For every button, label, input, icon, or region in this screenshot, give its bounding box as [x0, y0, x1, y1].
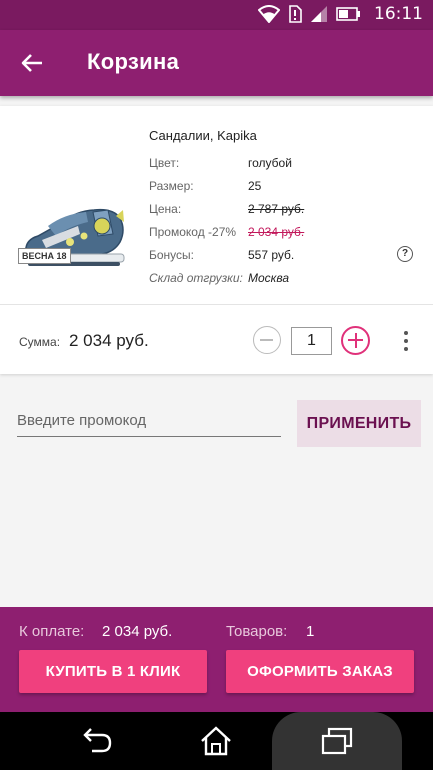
attr-promo: Промокод -27% 2 034 руб.	[149, 225, 419, 243]
bonus-help-icon[interactable]: ?	[397, 246, 413, 262]
goods-count: 1	[306, 623, 315, 640]
recents-icon	[321, 727, 353, 755]
more-options-button[interactable]	[398, 329, 414, 353]
more-dot-icon	[404, 347, 408, 351]
nav-back-button[interactable]	[76, 724, 116, 758]
nav-recents-button[interactable]	[317, 724, 357, 758]
promo-price: 2 034 руб.	[248, 225, 305, 239]
attr-value: 557 руб.	[248, 248, 295, 262]
divider	[0, 304, 433, 305]
checkout-panel: К оплате: 2 034 руб. Товаров: 1 КУПИТЬ В…	[0, 607, 433, 712]
attr-label: Бонусы:	[149, 248, 194, 262]
pay-value: 2 034 руб.	[102, 623, 173, 640]
attr-label: Размер:	[149, 179, 194, 193]
cart-item-card: ВЕСНА 18 Сандалии, Kapika Цвет: голубой …	[0, 106, 433, 374]
pay-label: К оплате:	[19, 623, 85, 640]
product-image[interactable]: ВЕСНА 18	[18, 196, 130, 286]
attr-label: Цена:	[149, 202, 182, 216]
status-time: 16:11	[374, 4, 423, 24]
system-nav-bar	[0, 712, 433, 770]
attr-label: Промокод -27%	[149, 225, 237, 239]
promo-code-input[interactable]	[17, 405, 281, 437]
status-icons: 16:11	[258, 4, 423, 24]
page-title: Корзина	[87, 49, 180, 74]
attr-value: 25	[248, 179, 262, 193]
attr-value: Москва	[248, 271, 290, 285]
attr-label: Цвет:	[149, 156, 180, 170]
nav-back-icon	[83, 728, 112, 753]
app-bar: Корзина	[0, 30, 433, 96]
sandal-image	[23, 208, 125, 266]
buy-one-click-button[interactable]: КУПИТЬ В 1 КЛИК	[19, 650, 207, 693]
more-dot-icon	[404, 339, 408, 343]
no-sim-icon	[289, 5, 302, 23]
place-order-button[interactable]: ОФОРМИТЬ ЗАКАЗ	[226, 650, 414, 693]
apply-promo-button[interactable]: ПРИМЕНИТЬ	[297, 400, 421, 447]
sum-label: Сумма:	[19, 335, 61, 349]
attr-bonus: Бонусы: 557 руб.	[149, 248, 419, 266]
nav-home-button[interactable]	[196, 724, 236, 758]
signal-icon	[311, 6, 327, 22]
quantity-field[interactable]: 1	[291, 327, 332, 355]
more-dot-icon	[404, 331, 408, 335]
quantity-increment-button[interactable]	[341, 326, 370, 355]
product-name[interactable]: Сандалии, Kapika	[149, 128, 257, 143]
old-price: 2 787 руб.	[248, 202, 305, 216]
home-icon	[201, 726, 231, 756]
attr-color: Цвет: голубой	[149, 156, 419, 174]
status-bar: 16:11	[0, 0, 433, 30]
arrow-back-icon	[21, 54, 42, 72]
battery-icon	[336, 7, 360, 21]
wifi-icon	[258, 5, 280, 23]
goods-label: Товаров:	[226, 623, 288, 640]
back-button[interactable]	[14, 46, 50, 80]
attr-value: голубой	[248, 156, 292, 170]
attr-warehouse: Склад отгрузки: Москва	[149, 271, 419, 289]
attr-label: Склад отгрузки:	[149, 271, 243, 285]
season-badge: ВЕСНА 18	[18, 248, 71, 264]
attr-size: Размер: 25	[149, 179, 419, 197]
sum-value: 2 034 руб.	[69, 331, 149, 350]
quantity-decrement-button[interactable]	[253, 326, 281, 354]
attr-price: Цена: 2 787 руб.	[149, 202, 419, 220]
